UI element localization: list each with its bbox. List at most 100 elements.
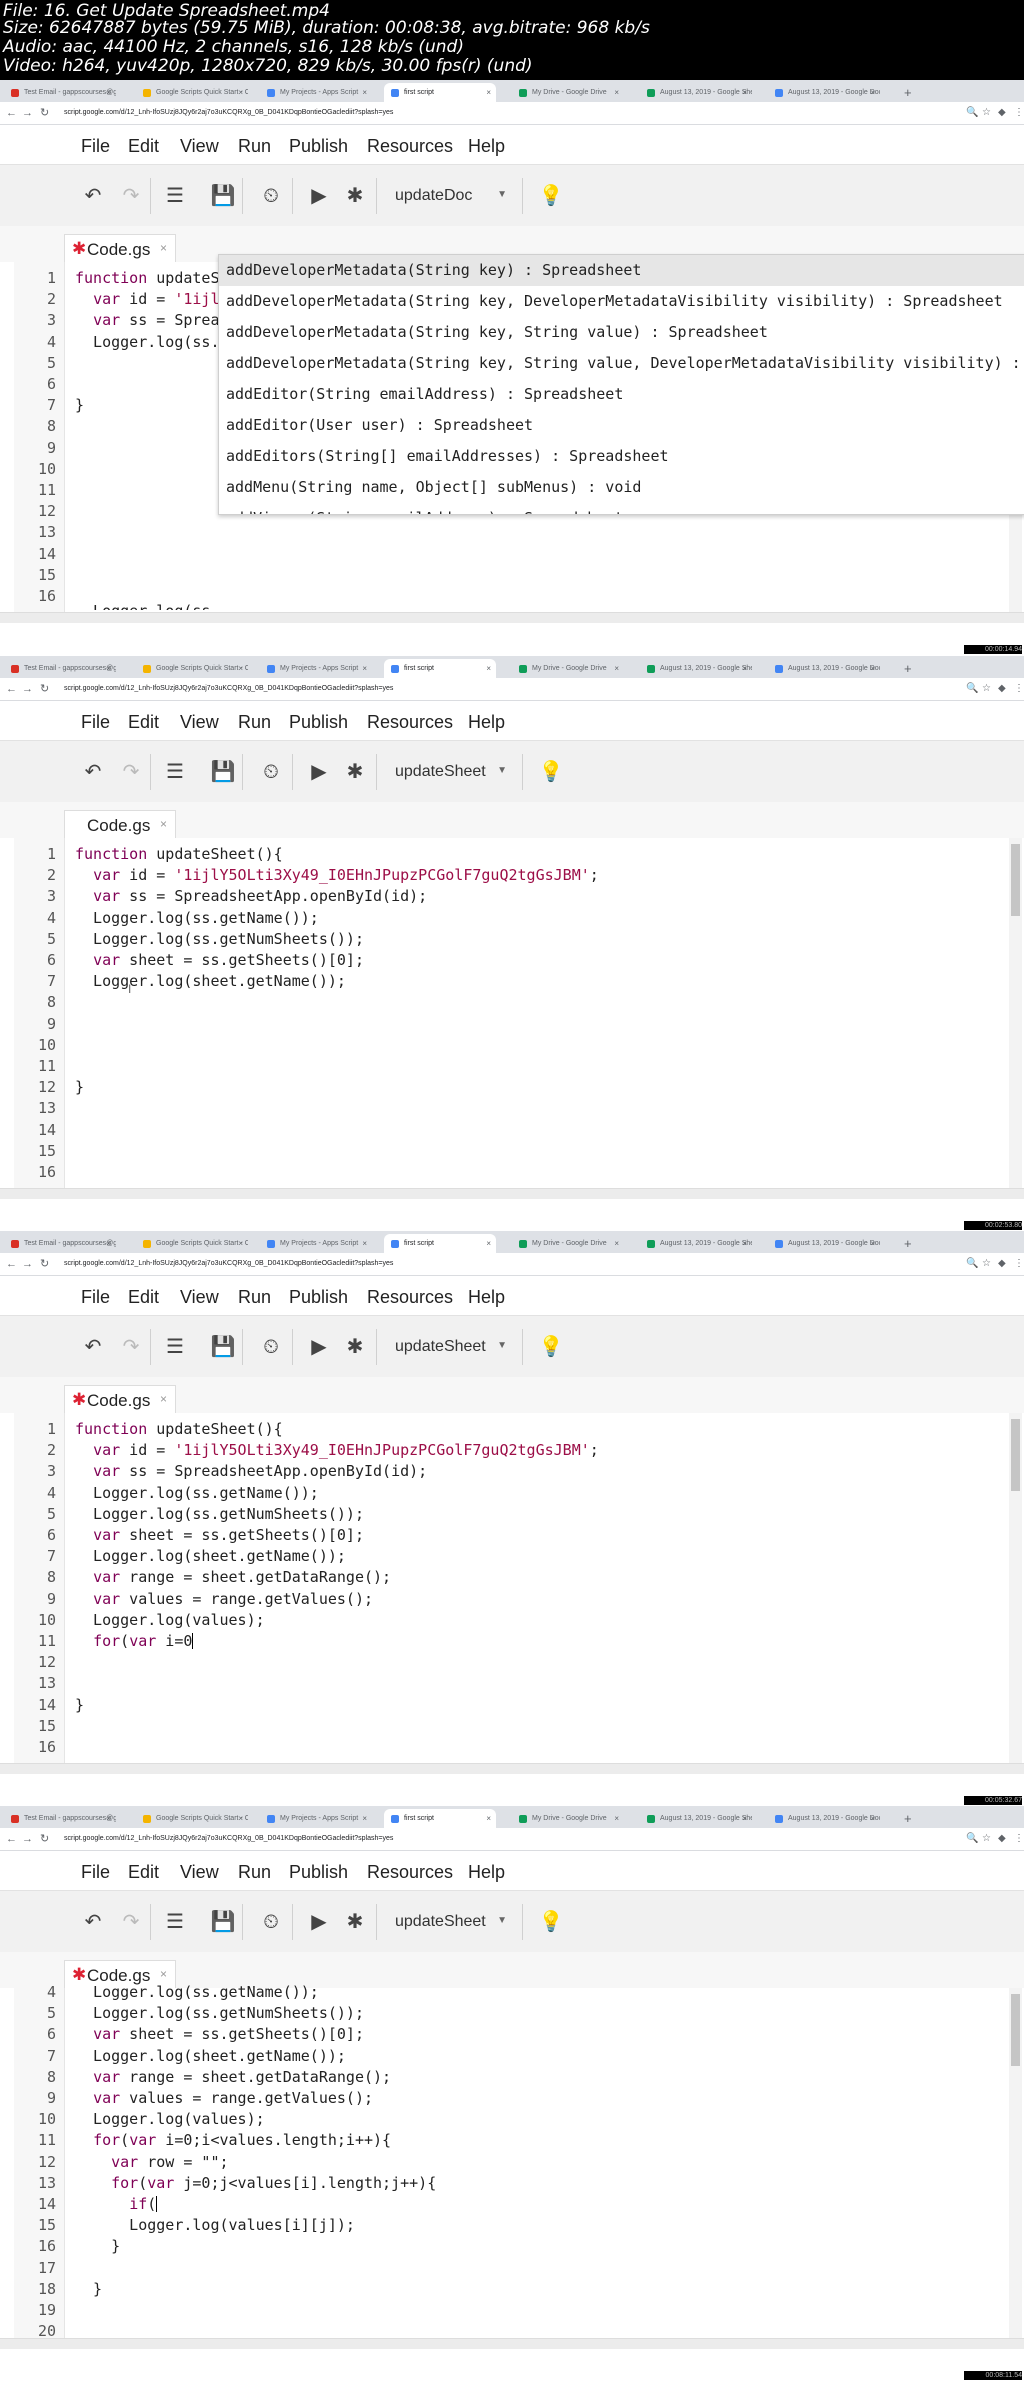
- forward-icon[interactable]: →: [22, 681, 33, 697]
- close-tab-icon[interactable]: ×: [106, 659, 111, 678]
- browser-tab[interactable]: first script ×: [384, 659, 496, 678]
- url-field[interactable]: script.google.com/d/12_Lnh-IfoSUzj8JQy6r…: [64, 1256, 393, 1272]
- browser-tab[interactable]: Test Email - gappscourses@g ×: [4, 659, 116, 678]
- file-tab[interactable]: Code.gs ×: [64, 810, 176, 838]
- redo-icon[interactable]: ↷: [118, 758, 144, 786]
- autocomplete-item[interactable]: addDeveloperMetadata(String key, Develop…: [219, 286, 1024, 317]
- function-select[interactable]: updateSheet ▼: [382, 1330, 518, 1366]
- forward-icon[interactable]: →: [22, 1256, 33, 1272]
- forward-icon[interactable]: →: [22, 1831, 33, 1847]
- horizontal-scrollbar[interactable]: [0, 2338, 1024, 2349]
- menu-view[interactable]: View: [180, 1862, 219, 1882]
- run-icon[interactable]: ▶: [306, 758, 332, 786]
- new-tab-button[interactable]: +: [904, 83, 912, 102]
- url-field[interactable]: script.google.com/d/12_Lnh-IfoSUzj8JQy6r…: [64, 1831, 393, 1847]
- function-select[interactable]: updateSheet ▼: [382, 755, 518, 791]
- menu-help[interactable]: Help: [468, 712, 505, 732]
- close-tab-icon[interactable]: ×: [238, 1809, 243, 1828]
- horizontal-scrollbar[interactable]: [0, 1188, 1024, 1199]
- triggers-icon[interactable]: ⏲: [258, 1908, 284, 1936]
- close-tab-icon[interactable]: ×: [870, 1234, 875, 1253]
- save-icon[interactable]: 💾: [210, 758, 236, 786]
- close-tab-icon[interactable]: ×: [238, 83, 243, 102]
- extension-icon[interactable]: ◆: [998, 105, 1006, 121]
- undo-icon[interactable]: ↶: [80, 1333, 106, 1361]
- save-icon[interactable]: 💾: [210, 182, 236, 210]
- function-select[interactable]: updateSheet ▼: [382, 1905, 518, 1941]
- indent-icon[interactable]: ☰: [162, 182, 188, 210]
- scrollbar-thumb[interactable]: [1011, 844, 1020, 916]
- star-icon[interactable]: ☆: [982, 1831, 991, 1847]
- run-icon[interactable]: ▶: [306, 1333, 332, 1361]
- horizontal-scrollbar[interactable]: [0, 1763, 1024, 1774]
- close-tab-icon[interactable]: ×: [870, 1809, 875, 1828]
- zoom-icon[interactable]: 🔍: [966, 1256, 978, 1272]
- menu-edit[interactable]: Edit: [128, 136, 159, 156]
- code-editor[interactable]: 1 2 3 4 5 6 7 8 9 10 11 12 13 14 15 16 function updateSh…: [0, 838, 1024, 1232]
- close-tab-icon[interactable]: ×: [486, 659, 491, 678]
- new-tab-button[interactable]: +: [904, 1234, 912, 1253]
- browser-tab[interactable]: August 13, 2019 - Google Docs ×: [768, 1234, 880, 1253]
- browser-tab[interactable]: August 13, 2019 - Google She ×: [640, 1809, 752, 1828]
- run-icon[interactable]: ▶: [306, 1908, 332, 1936]
- menu-icon[interactable]: ⋮: [1014, 1831, 1024, 1847]
- browser-tab[interactable]: August 13, 2019 - Google She ×: [640, 1234, 752, 1253]
- debug-icon[interactable]: ✱: [342, 758, 368, 786]
- menu-run[interactable]: Run: [238, 1287, 271, 1307]
- browser-tab[interactable]: Test Email - gappscourses@g ×: [4, 1809, 116, 1828]
- close-tab-icon[interactable]: ×: [486, 1234, 491, 1253]
- browser-tab[interactable]: Google Scripts Quick Start - C ×: [136, 1809, 248, 1828]
- menu-icon[interactable]: ⋮: [1014, 1256, 1024, 1272]
- extension-icon[interactable]: ◆: [998, 681, 1006, 697]
- run-icon[interactable]: ▶: [306, 182, 332, 210]
- vertical-scrollbar[interactable]: [1009, 1988, 1022, 2338]
- browser-tab[interactable]: August 13, 2019 - Google Docs ×: [768, 83, 880, 102]
- browser-tab[interactable]: My Drive - Google Drive ×: [512, 1809, 624, 1828]
- close-icon[interactable]: ×: [160, 817, 167, 831]
- reload-icon[interactable]: ↻: [40, 1256, 49, 1272]
- menu-publish[interactable]: Publish: [289, 1287, 348, 1307]
- browser-tab[interactable]: Test Email - gappscourses@g ×: [4, 83, 116, 102]
- browser-tab[interactable]: My Drive - Google Drive ×: [512, 659, 624, 678]
- new-tab-button[interactable]: +: [904, 1809, 912, 1828]
- close-tab-icon[interactable]: ×: [614, 659, 619, 678]
- reload-icon[interactable]: ↻: [40, 681, 49, 697]
- menu-icon[interactable]: ⋮: [1014, 681, 1024, 697]
- menu-resources[interactable]: Resources: [367, 1287, 453, 1307]
- menu-file[interactable]: File: [81, 712, 110, 732]
- url-field[interactable]: script.google.com/d/12_Lnh-IfoSUzj8JQy6r…: [64, 105, 393, 121]
- menu-run[interactable]: Run: [238, 712, 271, 732]
- browser-tab[interactable]: Google Scripts Quick Start - C ×: [136, 659, 248, 678]
- menu-view[interactable]: View: [180, 136, 219, 156]
- menu-publish[interactable]: Publish: [289, 712, 348, 732]
- code-editor[interactable]: 1 2 3 4 5 6 7 8 9 10 11 12 13 14 15 16 function updateSh…: [0, 1413, 1024, 1807]
- menu-edit[interactable]: Edit: [128, 1862, 159, 1882]
- triggers-icon[interactable]: ⏲: [258, 758, 284, 786]
- star-icon[interactable]: ☆: [982, 681, 991, 697]
- browser-tab[interactable]: My Projects - Apps Script ×: [260, 1234, 372, 1253]
- zoom-icon[interactable]: 🔍: [966, 105, 978, 121]
- code-editor[interactable]: 4 5 6 7 8 9 10 11 12 13 14 15 16 17 18 19 20 Logger.log(…: [0, 1983, 1024, 2382]
- star-icon[interactable]: ☆: [982, 105, 991, 121]
- file-tab[interactable]: ✱ Code.gs ×: [64, 1385, 176, 1413]
- lightbulb-icon[interactable]: 💡: [538, 758, 564, 786]
- star-icon[interactable]: ☆: [982, 1256, 991, 1272]
- browser-tab[interactable]: August 13, 2019 - Google Docs ×: [768, 1809, 880, 1828]
- menu-file[interactable]: File: [81, 1287, 110, 1307]
- indent-icon[interactable]: ☰: [162, 1333, 188, 1361]
- browser-tab[interactable]: first script ×: [384, 83, 496, 102]
- autocomplete-item[interactable]: addDeveloperMetadata(String key, String …: [219, 348, 1024, 379]
- close-icon[interactable]: ×: [160, 241, 167, 255]
- menu-resources[interactable]: Resources: [367, 712, 453, 732]
- back-icon[interactable]: ←: [6, 1831, 17, 1847]
- undo-icon[interactable]: ↶: [80, 182, 106, 210]
- horizontal-scrollbar[interactable]: [0, 612, 1024, 623]
- close-tab-icon[interactable]: ×: [870, 83, 875, 102]
- close-tab-icon[interactable]: ×: [614, 1234, 619, 1253]
- zoom-icon[interactable]: 🔍: [966, 1831, 978, 1847]
- autocomplete-item[interactable]: addEditors(String[] emailAddresses) : Sp…: [219, 441, 1024, 472]
- browser-tab[interactable]: August 13, 2019 - Google She ×: [640, 83, 752, 102]
- browser-tab[interactable]: My Projects - Apps Script ×: [260, 1809, 372, 1828]
- redo-icon[interactable]: ↷: [118, 1333, 144, 1361]
- menu-view[interactable]: View: [180, 1287, 219, 1307]
